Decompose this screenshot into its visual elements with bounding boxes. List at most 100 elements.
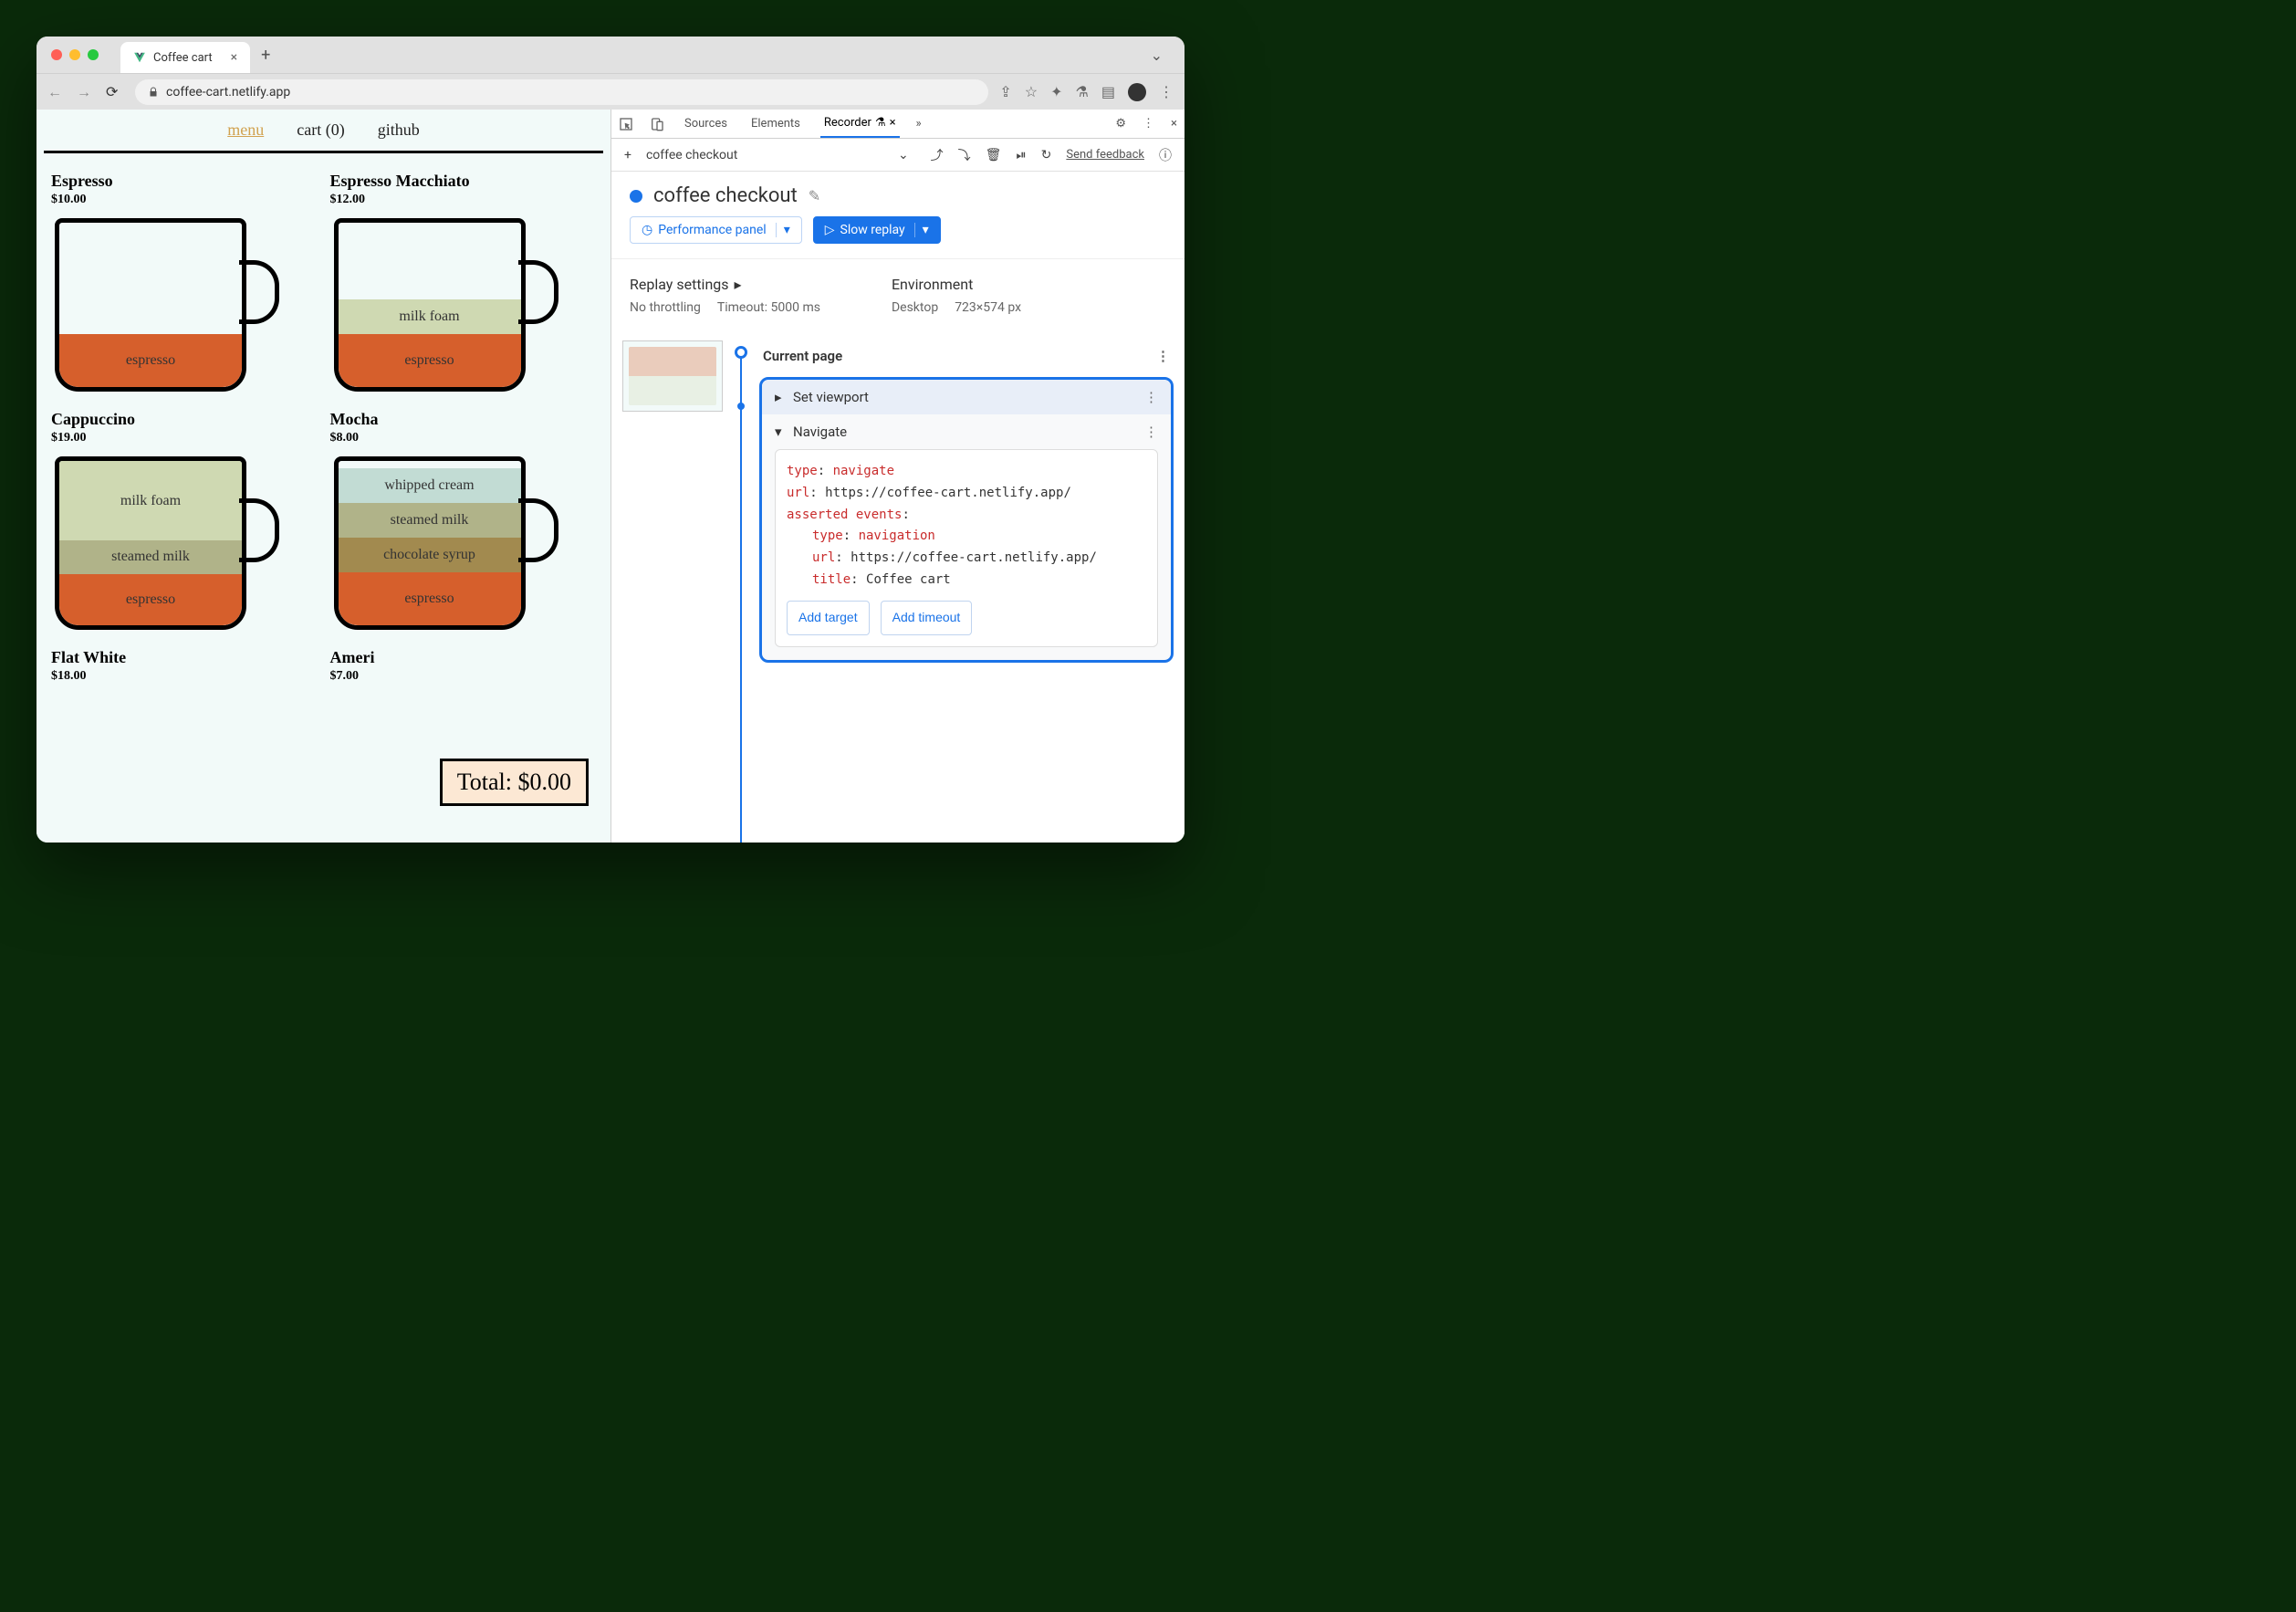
recording-header: coffee checkout ✎ (611, 172, 1185, 216)
product-name: Mocha (330, 410, 597, 429)
import-icon[interactable]: ⤵ (958, 146, 971, 164)
share-icon[interactable]: ⇪ (999, 83, 1011, 100)
minimize-window[interactable] (69, 49, 80, 60)
environment-info: Environment Desktop723×574 px (892, 276, 1038, 315)
product-item[interactable]: Ameri $7.00 (330, 648, 597, 691)
kebab-icon[interactable]: ⋮ (1144, 389, 1158, 405)
browser-tab[interactable]: Coffee cart × (120, 42, 250, 73)
url-field[interactable]: coffee-cart.netlify.app (135, 79, 988, 105)
settings-icon[interactable]: ⚙ (1115, 117, 1126, 131)
delete-icon[interactable]: 🗑 (986, 148, 1002, 162)
profile-avatar[interactable] (1128, 83, 1146, 101)
tab-elements[interactable]: Elements (747, 110, 804, 138)
replay-settings[interactable]: Replay settings▸ No throttlingTimeout: 5… (630, 276, 837, 315)
mug-layer: espresso (339, 572, 521, 625)
sidepanel-icon[interactable]: ▤ (1101, 83, 1115, 100)
tab-recorder[interactable]: Recorder⚗× (820, 110, 900, 138)
product-name: Flat White (51, 648, 318, 667)
devtools-panel: Sources Elements Recorder⚗× » ⚙ ⋮ × + co… (611, 110, 1185, 843)
add-timeout-button[interactable]: Add timeout (881, 601, 973, 635)
mug-layer: steamed milk (59, 540, 242, 574)
inspect-icon[interactable] (619, 117, 633, 131)
labs-icon[interactable]: ⚗ (1076, 83, 1089, 100)
chevron-down-icon[interactable]: ▾ (914, 223, 929, 237)
kebab-icon[interactable]: ⋮ (1156, 348, 1170, 364)
gauge-icon: ◷ (642, 223, 652, 237)
step-icon[interactable]: ↻ (1041, 148, 1052, 162)
timeline-node[interactable] (735, 346, 747, 359)
new-tab-button[interactable]: + (261, 46, 270, 65)
lock-icon (148, 87, 159, 98)
vue-icon (133, 51, 146, 64)
extensions-icon[interactable]: ✦ (1050, 83, 1062, 100)
device-icon[interactable] (650, 117, 664, 131)
url-text: coffee-cart.netlify.app (166, 85, 290, 99)
current-page-header: Current page ⋮ (759, 340, 1174, 372)
recording-select[interactable]: coffee checkout ⌄ (646, 148, 916, 162)
close-window[interactable] (51, 49, 62, 60)
recorder-toolbar: + coffee checkout ⌄ ⤴ ⤵ 🗑 ⏯ ↻ Send feedb… (611, 139, 1185, 172)
product-name: Ameri (330, 648, 597, 667)
titlebar: Coffee cart × + ⌄ (37, 37, 1185, 73)
back-button[interactable]: ← (47, 83, 66, 101)
product-name: Espresso Macchiato (330, 172, 597, 191)
coffee-mug[interactable]: espresso (51, 215, 288, 397)
nav-github[interactable]: github (378, 120, 420, 140)
slow-replay-button[interactable]: ▷ Slow replay ▾ (813, 216, 941, 244)
mug-layer: whipped cream (339, 468, 521, 503)
product-price: $10.00 (51, 193, 318, 207)
chevron-down-icon[interactable]: ▾ (776, 223, 790, 237)
maximize-window[interactable] (88, 49, 99, 60)
product-price: $18.00 (51, 669, 318, 684)
product-item[interactable]: Espresso Macchiato$12.00espressomilk foa… (330, 172, 597, 397)
recorder-actions: ◷ Performance panel ▾ ▷ Slow replay ▾ (611, 216, 1185, 258)
close-tab-icon[interactable]: × (231, 50, 237, 65)
traffic-lights (51, 49, 99, 60)
product-name: Cappuccino (51, 410, 318, 429)
close-icon[interactable]: × (890, 116, 896, 130)
play-pause-icon[interactable]: ⏯ (1016, 148, 1026, 162)
edit-icon[interactable]: ✎ (809, 187, 820, 204)
recording-status-dot (630, 190, 642, 203)
coffee-mug[interactable]: espressomilk foam (330, 215, 568, 397)
send-feedback-link[interactable]: Send feedback (1066, 148, 1144, 162)
mug-layer: milk foam (339, 299, 521, 334)
nav-menu[interactable]: menu (227, 120, 264, 140)
product-item[interactable]: Espresso$10.00espresso (51, 172, 318, 397)
product-price: $7.00 (330, 669, 597, 684)
export-icon[interactable]: ⤴ (931, 146, 944, 164)
overflow-menu-icon[interactable]: ⋮ (1159, 83, 1174, 100)
close-devtools-icon[interactable]: × (1171, 117, 1177, 131)
settings-row: Replay settings▸ No throttlingTimeout: 5… (611, 258, 1185, 331)
nav-cart[interactable]: cart (0) (297, 120, 344, 140)
bookmark-icon[interactable]: ☆ (1025, 83, 1038, 100)
kebab-icon[interactable]: ⋮ (1144, 424, 1158, 440)
step-navigate[interactable]: ▾ Navigate ⋮ (762, 414, 1171, 449)
mug-layer: espresso (59, 574, 242, 625)
cart-total[interactable]: Total: $0.00 (440, 759, 589, 806)
more-tabs-icon[interactable]: » (916, 117, 922, 131)
chevron-down-icon: ▾ (775, 424, 784, 440)
step-thumbnail[interactable] (622, 340, 723, 412)
performance-panel-button[interactable]: ◷ Performance panel ▾ (630, 216, 802, 244)
mug-layer: espresso (59, 334, 242, 387)
coffee-mug[interactable]: espressosteamed milkmilk foam (51, 453, 288, 635)
site-nav: menu cart (0) github (44, 110, 603, 153)
tab-sources[interactable]: Sources (681, 110, 731, 138)
coffee-mug[interactable]: espressochocolate syrupsteamed milkwhipp… (330, 453, 568, 635)
add-target-button[interactable]: Add target (787, 601, 870, 635)
step-card: ▸ Set viewport ⋮ ▾ Navigate ⋮ type: navi… (759, 377, 1174, 663)
step-details: type: navigate url: https://coffee-cart.… (775, 449, 1158, 647)
forward-button[interactable]: → (77, 83, 95, 101)
mug-layer: milk foam (59, 461, 242, 540)
timeline-node[interactable] (737, 403, 745, 410)
product-item[interactable]: Flat White $18.00 (51, 648, 318, 691)
kebab-icon[interactable]: ⋮ (1143, 117, 1154, 131)
tabs-menu-icon[interactable]: ⌄ (1151, 47, 1163, 64)
product-item[interactable]: Mocha$8.00espressochocolate syrupsteamed… (330, 410, 597, 635)
reload-button[interactable]: ⟳ (106, 83, 124, 100)
add-recording-icon[interactable]: + (624, 148, 631, 162)
help-icon[interactable]: ⓘ (1159, 146, 1172, 164)
product-item[interactable]: Cappuccino$19.00espressosteamed milkmilk… (51, 410, 318, 635)
step-set-viewport[interactable]: ▸ Set viewport ⋮ (762, 380, 1171, 414)
